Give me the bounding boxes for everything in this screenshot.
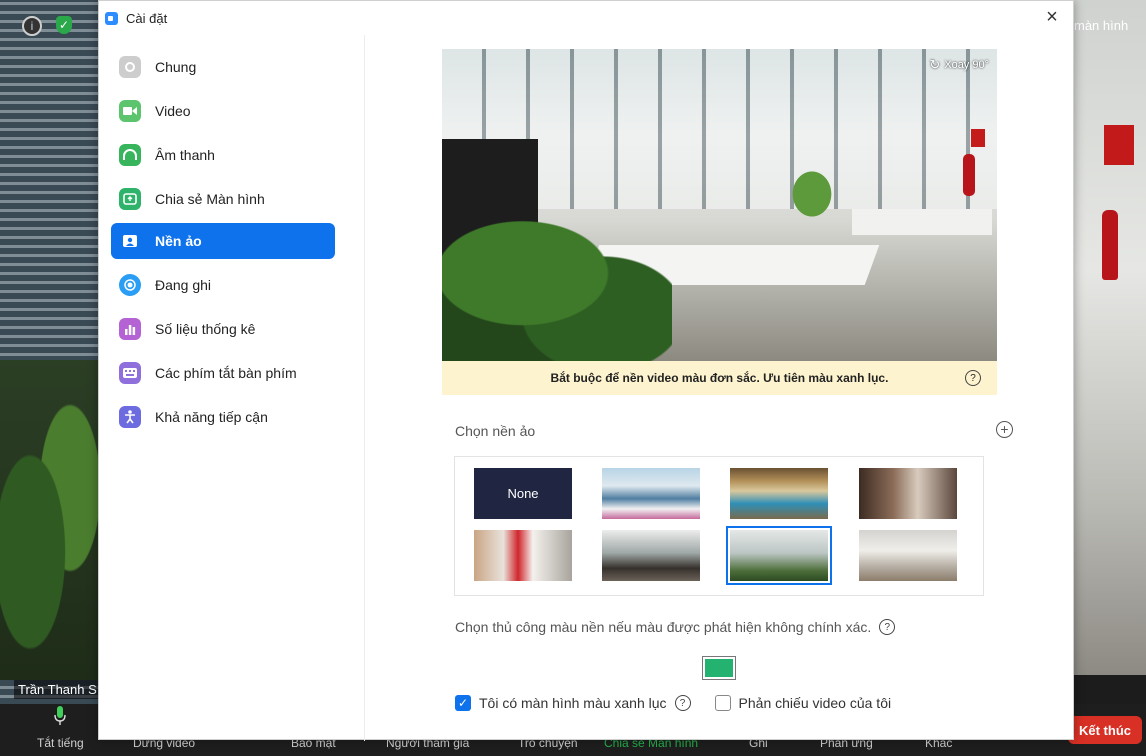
- bar-chart-icon: [119, 318, 141, 340]
- virtual-background-panel: ↻ Xoay 90° Bắt buộc để nền video màu đơn…: [366, 35, 1074, 741]
- preview-table-right: [852, 209, 992, 235]
- add-icon[interactable]: +: [996, 421, 1013, 438]
- dialog-title: Cài đặt: [126, 10, 168, 26]
- mirror-video-label[interactable]: Phản chiếu video của tôi: [739, 695, 892, 711]
- close-icon[interactable]: ×: [1041, 6, 1063, 28]
- zoom-app-icon: [105, 11, 118, 25]
- thumb-none[interactable]: None: [474, 468, 572, 519]
- video-preview: ↻ Xoay 90°: [442, 49, 997, 361]
- sidebar-item-general[interactable]: Chung: [111, 49, 335, 85]
- choose-background-label: Chọn nền ảo: [455, 423, 536, 439]
- thumb-none-label: None: [507, 486, 539, 501]
- sidebar-item-label: Video: [155, 103, 191, 119]
- help-icon[interactable]: ?: [879, 619, 896, 635]
- notice-text: Bắt buộc để nền video màu đơn sắc. Ưu ti…: [550, 371, 889, 385]
- exit-sign: [1104, 125, 1134, 165]
- settings-dialog: Cài đặt × Chung Video Âm thanh Chia sẻ M…: [98, 0, 1074, 741]
- preview-extinguisher: [963, 154, 975, 196]
- thumb-office-plants[interactable]: [726, 526, 832, 585]
- microphone-icon[interactable]: [54, 706, 66, 726]
- green-screen-notice: Bắt buộc để nền video màu đơn sắc. Ưu ti…: [442, 361, 997, 395]
- sidebar-item-keyboard-shortcuts[interactable]: Các phím tắt bàn phím: [111, 355, 335, 391]
- sidebar-item-label: Số liệu thống kê: [155, 321, 256, 337]
- shield-icon[interactable]: ✓: [56, 16, 72, 34]
- mirror-video-checkbox[interactable]: [714, 695, 731, 711]
- info-icon[interactable]: i: [22, 16, 42, 36]
- preview-exit-sign: [971, 129, 985, 147]
- thumb-patio[interactable]: [730, 468, 828, 519]
- manual-color-text: Chọn thủ công màu nền nếu màu được phát …: [455, 619, 872, 635]
- green-screen-checkbox[interactable]: ✓: [455, 695, 471, 711]
- participant-name-label: Trần Thanh S: [14, 680, 101, 699]
- sidebar-item-audio[interactable]: Âm thanh: [111, 137, 335, 173]
- participant-video-right: [1074, 0, 1146, 675]
- mute-button[interactable]: Tắt tiếng: [37, 736, 84, 750]
- dialog-titlebar: Cài đặt: [99, 1, 1073, 35]
- thumb-lounge[interactable]: [859, 468, 957, 519]
- background-grid: None: [454, 456, 984, 596]
- accessibility-icon: [119, 406, 141, 428]
- record-icon: [119, 274, 141, 296]
- sidebar-item-virtual-background[interactable]: Nền ảo: [111, 223, 335, 259]
- preview-plant-small: [782, 159, 842, 229]
- view-label[interactable]: màn hình: [1074, 18, 1128, 33]
- preview-plant: [442, 199, 672, 361]
- help-icon[interactable]: ?: [674, 695, 691, 711]
- sidebar-item-label: Chung: [155, 59, 197, 75]
- share-screen-icon: [119, 188, 141, 210]
- thumb-office-desk[interactable]: [474, 530, 572, 581]
- participant-video-left: [0, 0, 100, 704]
- portrait-icon: [119, 230, 141, 252]
- sidebar-item-label: Khả năng tiếp cận: [155, 409, 268, 425]
- end-meeting-button[interactable]: Kết thúc: [1068, 716, 1142, 744]
- rotate-button[interactable]: ↻ Xoay 90°: [929, 57, 989, 73]
- color-swatch-fill: [705, 659, 733, 677]
- sidebar-item-label: Đang ghi: [155, 277, 212, 293]
- thumb-living-room[interactable]: [859, 530, 957, 581]
- manual-color-label: Chọn thủ công màu nền nếu màu được phát …: [455, 619, 896, 635]
- sidebar-item-share-screen[interactable]: Chia sẻ Màn hình: [111, 181, 335, 217]
- headphones-icon: [119, 144, 141, 166]
- options-row: ✓ Tôi có màn hình màu xanh lục ? Phản ch…: [455, 695, 891, 711]
- settings-sidebar: Chung Video Âm thanh Chia sẻ Màn hình Nề…: [99, 35, 365, 741]
- thumb-bay[interactable]: [602, 468, 700, 519]
- video-camera-icon: [119, 100, 141, 122]
- sidebar-item-recording[interactable]: Đang ghi: [111, 267, 335, 303]
- fire-extinguisher: [1102, 210, 1118, 280]
- sidebar-item-label: Chia sẻ Màn hình: [155, 191, 265, 207]
- keyboard-icon: [119, 362, 141, 384]
- sidebar-item-label: Các phím tắt bàn phím: [155, 365, 297, 381]
- help-icon[interactable]: ?: [965, 370, 981, 386]
- sidebar-item-video[interactable]: Video: [111, 93, 335, 129]
- video-plants: [0, 360, 100, 680]
- sidebar-item-label: Âm thanh: [155, 147, 215, 163]
- sidebar-item-label: Nền ảo: [155, 233, 202, 249]
- sidebar-item-statistics[interactable]: Số liệu thống kê: [111, 311, 335, 347]
- green-screen-label[interactable]: Tôi có màn hình màu xanh lục: [479, 695, 667, 711]
- sidebar-item-accessibility[interactable]: Khả năng tiếp cận: [111, 399, 335, 435]
- background-color-picker[interactable]: [702, 656, 736, 680]
- rotate-label: Xoay 90°: [944, 59, 989, 71]
- meeting-top-icons: i ✓: [22, 16, 72, 36]
- gear-icon: [119, 56, 141, 78]
- thumb-office-room[interactable]: [602, 530, 700, 581]
- rotate-icon: ↻: [929, 57, 941, 72]
